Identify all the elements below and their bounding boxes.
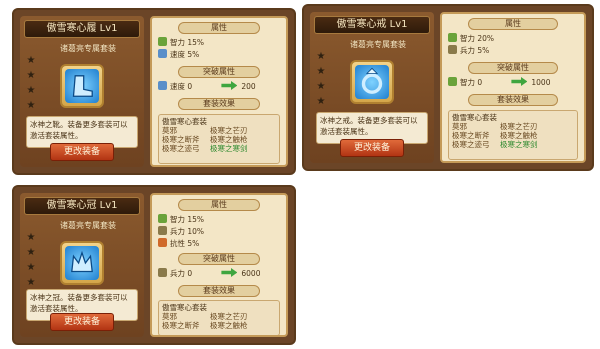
equipment-title: 傲雪寒心履 Lv1 xyxy=(24,20,140,38)
arrow-right-icon xyxy=(221,81,238,90)
star-icon: ★ xyxy=(26,100,36,111)
boot-icon xyxy=(65,69,99,103)
set-label: 诸葛亮专属套装 xyxy=(350,40,406,49)
star-icon: ★ xyxy=(26,232,36,243)
speed-icon xyxy=(158,49,167,58)
equipment-card-boots: 傲雪寒心履 Lv1 诸葛亮专属套装 ★ ★ ★ ★ ★ 冰神之靴。装备更多套装可… xyxy=(12,8,296,175)
star-icon: ★ xyxy=(26,247,36,258)
set-effect-box: 傲雪寒心套装 莫邪 极寒之芒刃 极寒之断斧 极寒之触枪 极寒之迹弓 极寒之寒剑 xyxy=(158,114,280,164)
breakthrough-header: 突破属性 xyxy=(178,253,260,265)
breakthrough-row: 智力 0 1000 xyxy=(448,77,578,89)
attribute-panel: 属性 智力 15% 速度 5% 突破属性 速度 0 200 套装效果 傲雪寒心套装… xyxy=(150,16,288,167)
star-icon: ★ xyxy=(26,262,36,273)
troops-icon xyxy=(158,268,167,277)
set-item: 莫邪 xyxy=(162,126,177,135)
intelligence-icon xyxy=(158,37,167,46)
change-equipment-button[interactable]: 更改装备 xyxy=(50,313,114,331)
set-item: 极寒之触枪 xyxy=(210,321,248,330)
crown-icon xyxy=(65,246,99,280)
attr-header: 属性 xyxy=(178,22,260,34)
stat-row: 智力 20% xyxy=(448,33,494,43)
set-item: 极寒之断斧 xyxy=(162,135,200,144)
set-item: 极寒之芒刃 xyxy=(210,312,248,321)
stat-row: 抗性 5% xyxy=(158,238,199,248)
set-item: 极寒之迹弓 xyxy=(162,144,200,153)
stat-row: 智力 15% xyxy=(158,214,204,224)
star-icon: ★ xyxy=(316,81,326,92)
set-effect-header: 套装效果 xyxy=(468,94,558,106)
star-icon: ★ xyxy=(26,70,36,81)
breakthrough-header: 突破属性 xyxy=(468,62,558,74)
resistance-icon xyxy=(158,238,167,247)
set-name: 傲雪寒心套装 xyxy=(452,113,497,122)
set-effect-header: 套装效果 xyxy=(178,285,260,297)
set-effect-box: 傲雪寒心套装 莫邪 极寒之芒刃 极寒之断斧 极寒之触枪 极寒之迹弓 极寒之寒剑 xyxy=(448,110,578,160)
set-item: 极寒之芒刃 xyxy=(500,122,538,131)
set-item: 莫邪 xyxy=(452,122,467,131)
equipment-title: 傲雪寒心冠 Lv1 xyxy=(24,197,140,215)
intelligence-icon xyxy=(448,77,457,86)
set-label: 诸葛亮专属套装 xyxy=(60,44,116,53)
star-icon: ★ xyxy=(26,85,36,96)
breakthrough-row: 兵力 0 6000 xyxy=(158,268,280,280)
equipment-card-crown: 傲雪寒心冠 Lv1 诸葛亮专属套装 ★ ★ ★ ★ ★ 冰神之冠。装备更多套装可… xyxy=(12,185,296,345)
star-icon: ★ xyxy=(26,277,36,288)
stat-row: 兵力 10% xyxy=(158,226,204,236)
speed-icon xyxy=(158,81,167,90)
attribute-panel: 属性 智力 15% 兵力 10% 抗性 5% 突破属性 兵力 0 6000 套装效… xyxy=(150,193,288,337)
set-item: 极寒之触枪 xyxy=(210,135,248,144)
arrow-right-icon xyxy=(511,77,528,86)
set-item: 莫邪 xyxy=(162,312,177,321)
star-icon: ★ xyxy=(316,51,326,62)
ring-icon xyxy=(355,65,389,99)
breakthrough-header: 突破属性 xyxy=(178,66,260,78)
breakthrough-row: 速度 0 200 xyxy=(158,81,280,93)
equipment-card-ring: 傲雪寒心戒 Lv1 诸葛亮专属套装 ★ ★ ★ ★ ★ 冰神之戒。装备更多套装可… xyxy=(302,4,594,171)
star-icon: ★ xyxy=(26,55,36,66)
attribute-panel: 属性 智力 20% 兵力 5% 突破属性 智力 0 1000 套装效果 傲雪寒心套… xyxy=(440,12,586,163)
troops-icon xyxy=(158,226,167,235)
stat-row: 速度 5% xyxy=(158,49,199,59)
set-item: 极寒之寒剑 xyxy=(210,144,248,153)
set-label: 诸葛亮专属套装 xyxy=(60,221,116,230)
set-item: 极寒之断斧 xyxy=(162,321,200,330)
equipment-slot[interactable] xyxy=(350,60,394,104)
set-item: 极寒之触枪 xyxy=(500,131,538,140)
set-item: 极寒之断斧 xyxy=(452,131,490,140)
change-equipment-button[interactable]: 更改装备 xyxy=(340,139,404,157)
star-icon: ★ xyxy=(316,96,326,107)
stat-row: 兵力 5% xyxy=(448,45,489,55)
star-icon: ★ xyxy=(316,66,326,77)
set-item: 极寒之迹弓 xyxy=(452,140,490,149)
set-name: 傲雪寒心套装 xyxy=(162,117,207,126)
equipment-title: 傲雪寒心戒 Lv1 xyxy=(314,16,430,34)
intelligence-icon xyxy=(448,33,457,42)
set-name: 傲雪寒心套装 xyxy=(162,303,207,312)
change-equipment-button[interactable]: 更改装备 xyxy=(50,143,114,161)
equipment-preview-panel: 傲雪寒心履 Lv1 诸葛亮专属套装 ★ ★ ★ ★ ★ 冰神之靴。装备更多套装可… xyxy=(20,16,144,167)
equipment-preview-panel: 傲雪寒心戒 Lv1 诸葛亮专属套装 ★ ★ ★ ★ ★ 冰神之戒。装备更多套装可… xyxy=(310,12,434,163)
attr-header: 属性 xyxy=(468,18,558,30)
equipment-slot[interactable] xyxy=(60,241,104,285)
arrow-right-icon xyxy=(221,268,238,277)
stat-row: 智力 15% xyxy=(158,37,204,47)
equipment-screen: 傲雪寒心履 Lv1 诸葛亮专属套装 ★ ★ ★ ★ ★ 冰神之靴。装备更多套装可… xyxy=(0,0,600,349)
set-effect-header: 套装效果 xyxy=(178,98,260,110)
set-item: 极寒之芒刃 xyxy=(210,126,248,135)
equipment-slot[interactable] xyxy=(60,64,104,108)
attr-header: 属性 xyxy=(178,199,260,211)
equipment-preview-panel: 傲雪寒心冠 Lv1 诸葛亮专属套装 ★ ★ ★ ★ ★ 冰神之冠。装备更多套装可… xyxy=(20,193,144,337)
set-effect-box: 傲雪寒心套装 莫邪 极寒之芒刃 极寒之断斧 极寒之触枪 xyxy=(158,300,280,335)
set-item: 极寒之寒剑 xyxy=(500,140,538,149)
intelligence-icon xyxy=(158,214,167,223)
troops-icon xyxy=(448,45,457,54)
